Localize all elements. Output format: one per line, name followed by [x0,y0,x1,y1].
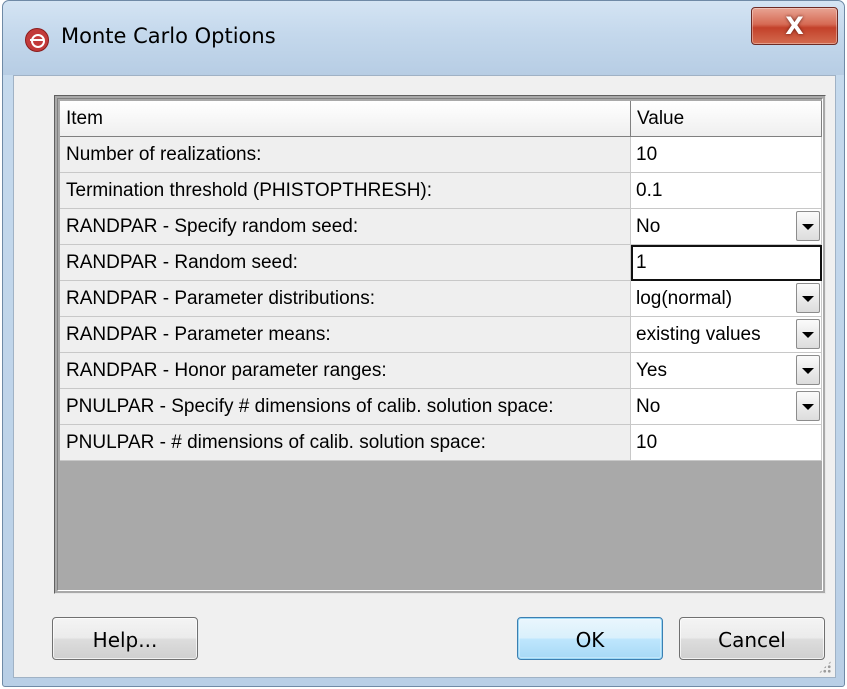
table-row: RANDPAR - Random seed: 1 [60,245,822,281]
dropdown-honor-parameter-ranges[interactable]: Yes [631,353,822,389]
row-label: RANDPAR - Honor parameter ranges: [60,353,631,389]
table-row: Number of realizations: 10 [60,137,822,173]
table-row: Termination threshold (PHISTOPTHRESH): 0… [60,173,822,209]
value-cell-termination-threshold[interactable]: 0.1 [631,173,822,209]
close-button[interactable]: X [751,7,838,45]
value-cell-number-of-realizations[interactable]: 10 [631,137,822,173]
column-header-item[interactable]: Item [60,101,631,137]
dropdown-parameter-means[interactable]: existing values [631,317,822,353]
window-title: Monte Carlo Options [61,24,276,48]
options-grid: Item Value Number of realizations: 10 Te… [54,95,826,594]
grid-header: Item Value [60,101,822,137]
value-cell-dimensions[interactable]: 10 [631,425,822,461]
dropdown-specify-dimensions[interactable]: No [631,389,822,425]
close-icon: X [785,12,804,40]
chevron-down-icon[interactable] [796,355,820,385]
options-grid-area: Item Value Number of realizations: 10 Te… [57,98,823,591]
chevron-down-icon[interactable] [796,391,820,421]
monte-carlo-options-dialog: Monte Carlo Options X Item Value Number … [2,0,845,687]
dropdown-value: No [636,216,661,237]
dropdown-parameter-distributions[interactable]: log(normal) [631,281,822,317]
row-label: RANDPAR - Parameter distributions: [60,281,631,317]
row-label: PNULPAR - Specify # dimensions of calib.… [60,389,631,425]
table-row: RANDPAR - Honor parameter ranges: Yes [60,353,822,389]
dropdown-value: Yes [636,360,667,381]
row-label: PNULPAR - # dimensions of calib. solutio… [60,425,631,461]
random-seed-input[interactable]: 1 [631,245,822,281]
chevron-down-icon[interactable] [796,283,820,313]
grid-rows: Number of realizations: 10 Termination t… [60,137,822,461]
help-button[interactable]: Help... [52,617,198,660]
title-bar[interactable]: Monte Carlo Options X [3,1,844,75]
table-row: RANDPAR - Specify random seed: No [60,209,822,245]
row-label: Termination threshold (PHISTOPTHRESH): [60,173,631,209]
ok-button[interactable]: OK [517,617,663,660]
dropdown-specify-random-seed[interactable]: No [631,209,822,245]
chevron-down-icon[interactable] [796,319,820,349]
dropdown-value: log(normal) [636,288,733,309]
row-label: RANDPAR - Specify random seed: [60,209,631,245]
cancel-button[interactable]: Cancel [679,617,825,660]
row-label: RANDPAR - Parameter means: [60,317,631,353]
row-label: RANDPAR - Random seed: [60,245,631,281]
dropdown-value: existing values [636,324,761,345]
resize-grip-icon[interactable] [818,660,832,674]
table-row: PNULPAR - Specify # dimensions of calib.… [60,389,822,425]
column-header-value[interactable]: Value [631,101,822,137]
app-logo-icon [25,28,49,52]
table-row: PNULPAR - # dimensions of calib. solutio… [60,425,822,461]
row-label: Number of realizations: [60,137,631,173]
table-row: RANDPAR - Parameter means: existing valu… [60,317,822,353]
dialog-body: Item Value Number of realizations: 10 Te… [13,75,836,678]
table-row: RANDPAR - Parameter distributions: log(n… [60,281,822,317]
dropdown-value: No [636,396,661,417]
chevron-down-icon[interactable] [796,211,820,241]
